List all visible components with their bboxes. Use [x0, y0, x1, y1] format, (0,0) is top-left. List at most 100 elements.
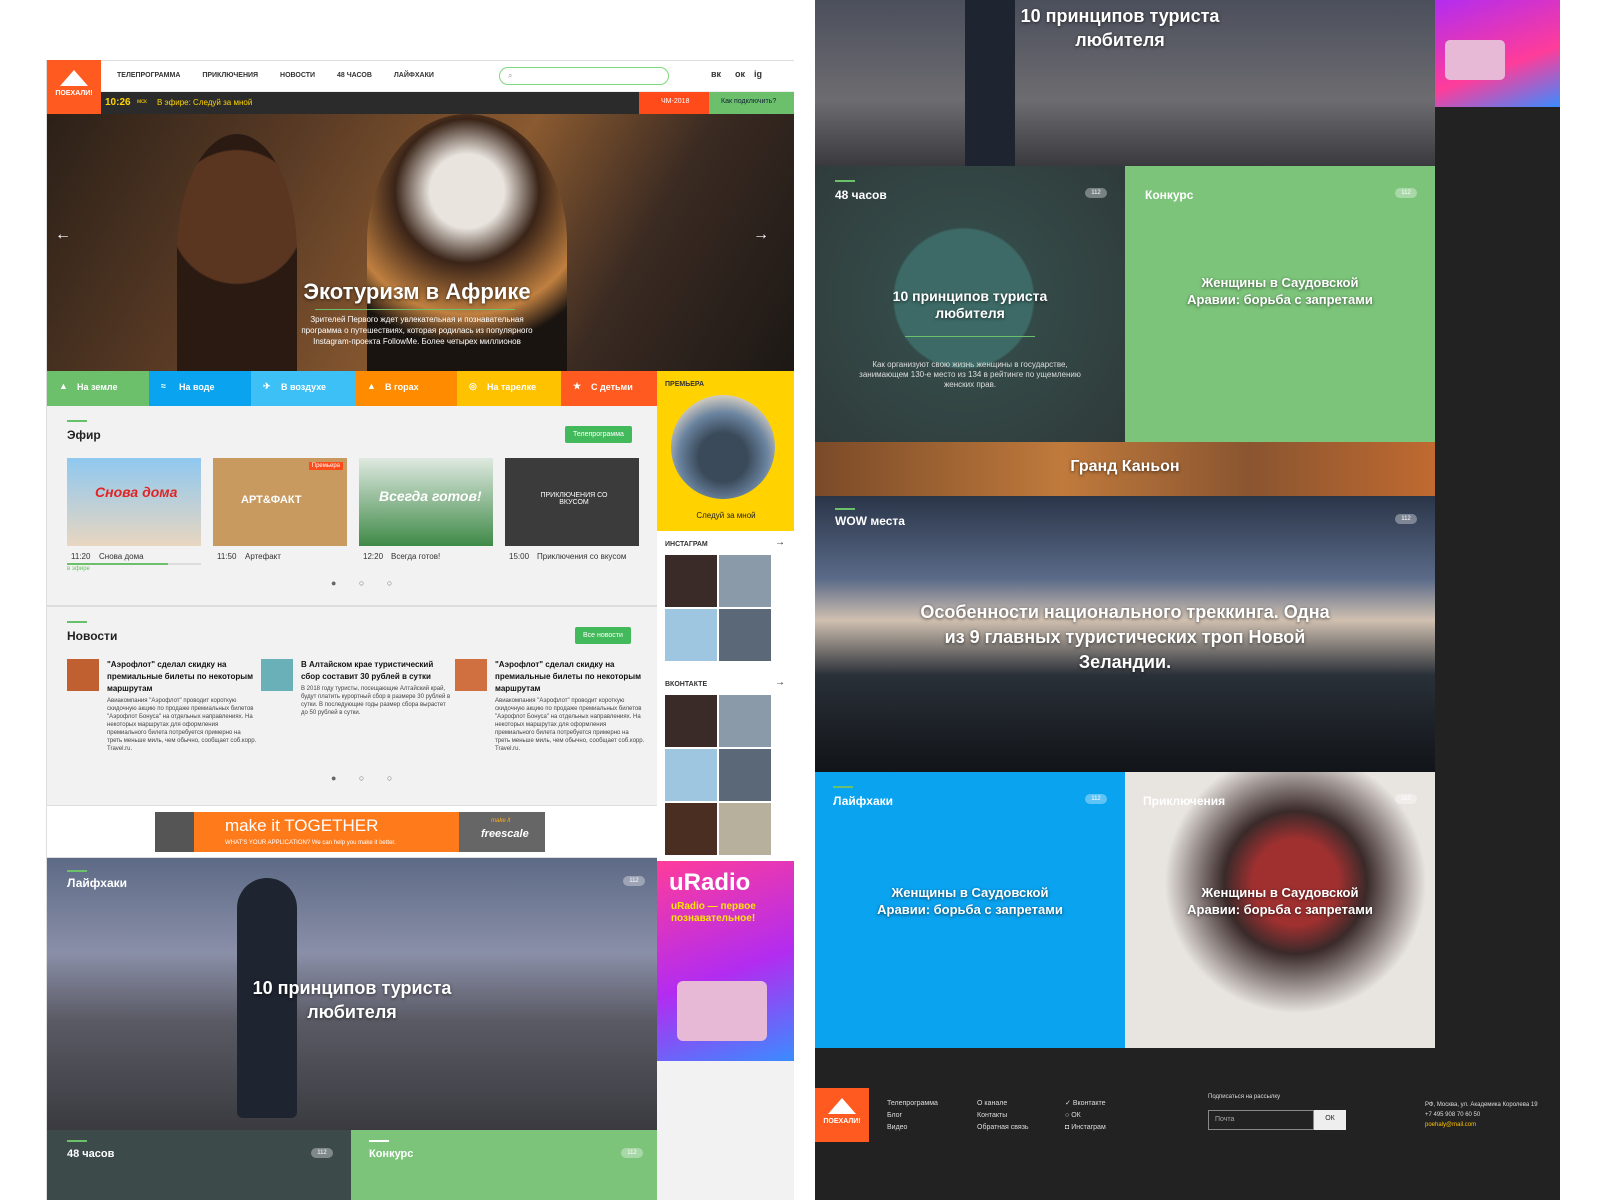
news-item[interactable]: "Аэрофлот" сделал скидку на премиальные …: [67, 659, 257, 753]
tv-schedule-button[interactable]: Телепрограмма: [565, 426, 632, 443]
cat-air[interactable]: ✈ В воздухе: [251, 371, 355, 406]
efir-thumb[interactable]: Всегда готов!: [359, 458, 493, 546]
vk-photo[interactable]: [665, 749, 717, 801]
h48-card-preview[interactable]: 48 часов 112: [47, 1130, 351, 1200]
nav-item-tv[interactable]: ТЕЛЕПРОГРАММА: [117, 72, 180, 79]
nav-item-news[interactable]: НОВОСТИ: [280, 72, 315, 79]
footer-col-2: О канале Контакты Обратная связь: [977, 1098, 1029, 1134]
ok-icon[interactable]: ок: [735, 69, 745, 79]
views-badge: 112: [311, 1148, 333, 1158]
efir-thumb[interactable]: Снова дома: [67, 458, 201, 546]
footer-link[interactable]: Видео: [887, 1122, 938, 1134]
plane-icon: ✈: [263, 381, 271, 391]
nav-item-adventures[interactable]: ПРИКЛЮЧЕНИЯ: [202, 72, 258, 79]
subscribe-button[interactable]: ОК: [1314, 1110, 1346, 1130]
ad-banner[interactable]: make it TOGETHER WHAT'S YOUR APPLICATION…: [155, 812, 545, 852]
views-badge: 112: [1395, 188, 1417, 198]
search-input[interactable]: ⌕: [499, 67, 669, 85]
kids-icon: ★: [573, 381, 582, 391]
card-label: 48 часов: [67, 1148, 115, 1160]
arrow-right-icon[interactable]: →: [775, 537, 785, 548]
efir-name[interactable]: Всегда готов!: [391, 552, 440, 561]
vk-photo[interactable]: [665, 695, 717, 747]
phone[interactable]: +7 495 908 70 60 50: [1425, 1110, 1555, 1120]
ig-photo[interactable]: [665, 555, 717, 607]
lifehacks-card[interactable]: Лайфхаки 112 Женщины в Саудовской Аравии…: [815, 772, 1125, 1048]
email-field[interactable]: Почта: [1208, 1110, 1314, 1130]
cat-land[interactable]: ▲ На земле: [47, 371, 149, 406]
connect-button[interactable]: Как подключить?: [709, 92, 794, 114]
carousel-dots[interactable]: ● ○ ○: [331, 773, 402, 783]
live-progress: [67, 563, 201, 565]
vk-photo[interactable]: [665, 803, 717, 855]
h48-card[interactable]: 48 часов 112 10 принципов туриста любите…: [815, 166, 1125, 442]
vk-title: ВКОНТАКТЕ: [665, 681, 708, 688]
efir-thumb[interactable]: ПРИКЛЮЧЕНИЯ СО ВКУСОМ: [505, 458, 639, 546]
hero-text: Зрителей Первого ждет увлекательная и по…: [301, 315, 533, 346]
cat-kids[interactable]: ★ С детьми: [561, 371, 665, 406]
ticker-bar: 10:26 мск В эфире: Следуй за мной ЧМ-201…: [101, 92, 794, 114]
efir-name[interactable]: Приключения со вкусом: [537, 552, 626, 561]
carousel-dots[interactable]: ● ○ ○: [331, 578, 402, 588]
nav-item-lifehacks[interactable]: ЛАЙФХАКИ: [394, 72, 434, 79]
hero-title[interactable]: Экотуризм в Африке: [247, 279, 587, 305]
efir-name[interactable]: Снова дома: [99, 552, 144, 561]
live-label: в эфире: [67, 566, 90, 572]
vk-photo[interactable]: [719, 749, 771, 801]
uradio-banner-bottom[interactable]: [1435, 0, 1560, 107]
footer-link[interactable]: О канале: [977, 1098, 1029, 1110]
lifehacks-card[interactable]: Лайфхаки 112 10 принципов туриста любите…: [47, 858, 657, 1130]
premiere-card[interactable]: ПРЕМЬЕРА Следуй за мной: [657, 371, 794, 531]
efir-thumb[interactable]: АРТ&ФАКТ Премьера: [213, 458, 347, 546]
label-bar: [835, 508, 855, 510]
premiere-label: ПРЕМЬЕРА: [665, 381, 705, 388]
contest-card[interactable]: Конкурс 112 Женщины в Саудовской Аравии:…: [1125, 166, 1435, 442]
arrow-right-icon[interactable]: →: [753, 226, 769, 244]
arrow-left-icon[interactable]: ←: [55, 226, 71, 244]
vk-photo[interactable]: [719, 803, 771, 855]
all-news-button[interactable]: Все новости: [575, 627, 631, 644]
cat-water[interactable]: ≈ На воде: [149, 371, 251, 406]
lifehacks-card-bottom[interactable]: 10 принципов туриста любителя: [815, 0, 1435, 166]
arrow-right-icon[interactable]: →: [775, 677, 785, 688]
efir-time: 12:20: [363, 552, 384, 561]
footer-logo[interactable]: ПОЕХАЛИ!: [815, 1088, 869, 1142]
efir-section: Эфир Телепрограмма Снова дома АРТ&ФАКТ Пр…: [47, 406, 657, 606]
footer-link[interactable]: Обратная связь: [977, 1122, 1029, 1134]
contest-card-preview[interactable]: Конкурс 112: [351, 1130, 657, 1200]
logo[interactable]: ПОЕХАЛИ!: [47, 60, 101, 114]
vk-photo[interactable]: [719, 695, 771, 747]
efir-time: 11:20: [71, 552, 91, 561]
on-air-text[interactable]: В эфире: Следуй за мной: [157, 98, 252, 107]
instagram-widget: ИНСТАГРАМ →: [657, 531, 794, 671]
views-badge: 112: [1085, 188, 1107, 198]
ig-photo[interactable]: [719, 609, 771, 661]
nav-item-48h[interactable]: 48 ЧАСОВ: [337, 72, 372, 79]
email-link[interactable]: poehaly@mail.com: [1425, 1120, 1555, 1130]
footer-vk-link[interactable]: ✓ Вконтакте: [1065, 1098, 1106, 1110]
efir-heading: Эфир: [67, 420, 101, 442]
ad-brand: freescale: [481, 828, 529, 840]
ig-photo[interactable]: [665, 609, 717, 661]
footer-ok-link[interactable]: ○ ОК: [1065, 1110, 1106, 1122]
ig-photo[interactable]: [719, 555, 771, 607]
footer-ig-link[interactable]: ◘ Инстаграм: [1065, 1122, 1106, 1134]
footer-link[interactable]: Блог: [887, 1110, 938, 1122]
efir-name[interactable]: Артефакт: [245, 552, 281, 561]
news-item[interactable]: "Аэрофлот" сделал скидку на премиальные …: [455, 659, 645, 753]
grand-canyon-card[interactable]: Гранд Каньон: [815, 442, 1435, 496]
cup-badge[interactable]: ЧМ-2018: [639, 92, 709, 114]
footer-link[interactable]: Контакты: [977, 1110, 1029, 1122]
uradio-banner[interactable]: uRadio uRadio — первое познавательное!: [657, 861, 794, 1061]
time: 10:26: [105, 97, 131, 108]
card-label: Конкурс: [1145, 188, 1194, 202]
instagram-icon[interactable]: ig: [754, 69, 762, 79]
footer-link[interactable]: Телепрограмма: [887, 1098, 938, 1110]
cat-mountains[interactable]: ▲ В горах: [355, 371, 457, 406]
wow-card[interactable]: WOW места 112 Особенности национального …: [815, 496, 1435, 772]
news-item[interactable]: В Алтайском крае туристический сбор сост…: [261, 659, 451, 717]
cat-food[interactable]: ◎ На тарелке: [457, 371, 561, 406]
timezone: мск: [137, 99, 147, 105]
vk-icon[interactable]: вк: [711, 69, 721, 79]
adventures-card[interactable]: Приключения 112 Женщины в Саудовской Ара…: [1125, 772, 1435, 1048]
